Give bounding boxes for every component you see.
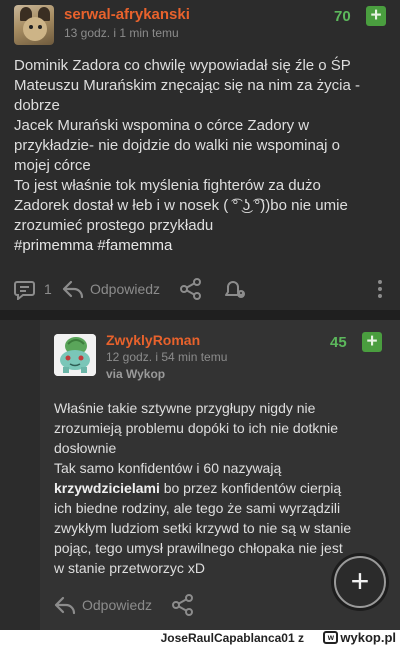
post-line: Jacek Murański wspomina o córce Zadory w [14, 117, 310, 134]
more-vertical-icon [377, 279, 383, 299]
reply-timestamp: 12 godz. i 54 min temu [106, 350, 228, 364]
reply-line: Właśnie takie sztywne przygłupy nigdy ni… [54, 400, 316, 416]
avatar-face [23, 17, 47, 41]
reply-share-button[interactable] [172, 592, 194, 618]
add-entry-fab-button[interactable]: + [334, 556, 386, 608]
reply-text: bo przez konfidentów cierpią [159, 480, 342, 496]
reply-line: zrozumieją problemu dopóki to ich nie do… [54, 420, 339, 436]
reply-arrow-icon [62, 279, 84, 299]
watermark-logo: w wykop.pl [323, 630, 396, 645]
more-options-button[interactable] [377, 276, 383, 302]
post-line: mojej córce [14, 157, 91, 174]
reply-line: pojąc, tego umysł prawilnego chłopaka ni… [54, 540, 343, 556]
post: serwal-afrykanski 13 godz. i 1 min temu … [0, 0, 400, 310]
reply-line-bold: krzywdzicielami bo przez konfidentów cie… [54, 478, 390, 498]
reply-label: Odpowiedz [90, 281, 161, 297]
share-icon [180, 278, 202, 300]
post-line: Mateuszu Murańskim znęcając się na nim z… [14, 77, 360, 94]
divider [0, 310, 400, 320]
comments-button[interactable]: 1 [14, 276, 52, 302]
post-line: dobrze [14, 97, 60, 114]
post-line: Zadorek dostał w łeb i w nosek ( ͡° ͜ʖ ͡… [14, 197, 348, 214]
post-tags[interactable]: #primemma #famemma [14, 236, 388, 256]
reply-arrow-icon [54, 595, 76, 615]
post-line: zrozumieć prostego przykładu [14, 217, 214, 234]
reply-label: Odpowiedz [82, 597, 153, 613]
post-timestamp: 13 godz. i 1 min temu [64, 26, 179, 40]
reply-vote-count: 45 [330, 334, 347, 351]
reply-button[interactable]: Odpowiedz [62, 276, 160, 302]
post-line: przykładzie- nie dojdzie do walki nie ws… [14, 137, 340, 154]
comments-count: 1 [44, 281, 52, 297]
reply-line: ich biedne rodziny, ale tego że sami wyr… [54, 500, 341, 516]
watermark-bar: JoseRaulCapablanca01 z w wykop.pl [0, 630, 400, 647]
reply-author-avatar[interactable] [54, 334, 96, 376]
upvote-button[interactable]: + [366, 6, 386, 26]
bulbasaur-avatar-icon [54, 334, 96, 376]
post-line: Dominik Zadora co chwilę wypowiadał się … [14, 57, 351, 74]
reply-author[interactable]: ZwyklyRoman [106, 332, 200, 348]
post-body: Dominik Zadora co chwilę wypowiadał się … [14, 56, 388, 256]
avatar-eye [38, 25, 42, 29]
share-icon [172, 594, 194, 616]
post-actions: 1 Odpowiedz [0, 276, 400, 302]
author-avatar[interactable] [14, 5, 54, 45]
watermark-brand: wykop.pl [340, 630, 396, 645]
reply-body: Właśnie takie sztywne przygłupy nigdy ni… [54, 398, 390, 578]
reply-line: Tak samo konfidentów i 60 nazywają [54, 460, 282, 476]
report-icon [222, 278, 246, 300]
reply-line: dosłownie [54, 440, 117, 456]
wykop-logo-icon: w [323, 631, 339, 644]
reply-reply-button[interactable]: Odpowiedz [54, 592, 152, 618]
bold-word: krzywdzicielami [54, 480, 160, 496]
reply-upvote-button[interactable]: + [362, 332, 382, 352]
avatar-eye [29, 25, 33, 29]
post-line: To jest właśnie tok myślenia fighterów z… [14, 177, 321, 194]
reply-source: via Wykop [106, 367, 166, 381]
watermark-user: JoseRaulCapablanca01 z [160, 631, 304, 645]
reply-line: zwykłym ludziom setki krzywd to nie są w… [54, 520, 352, 536]
post-author[interactable]: serwal-afrykanski [64, 6, 190, 23]
report-button[interactable] [222, 276, 246, 302]
post-vote-count: 70 [334, 8, 351, 25]
share-button[interactable] [180, 276, 202, 302]
comments-icon [14, 278, 38, 300]
